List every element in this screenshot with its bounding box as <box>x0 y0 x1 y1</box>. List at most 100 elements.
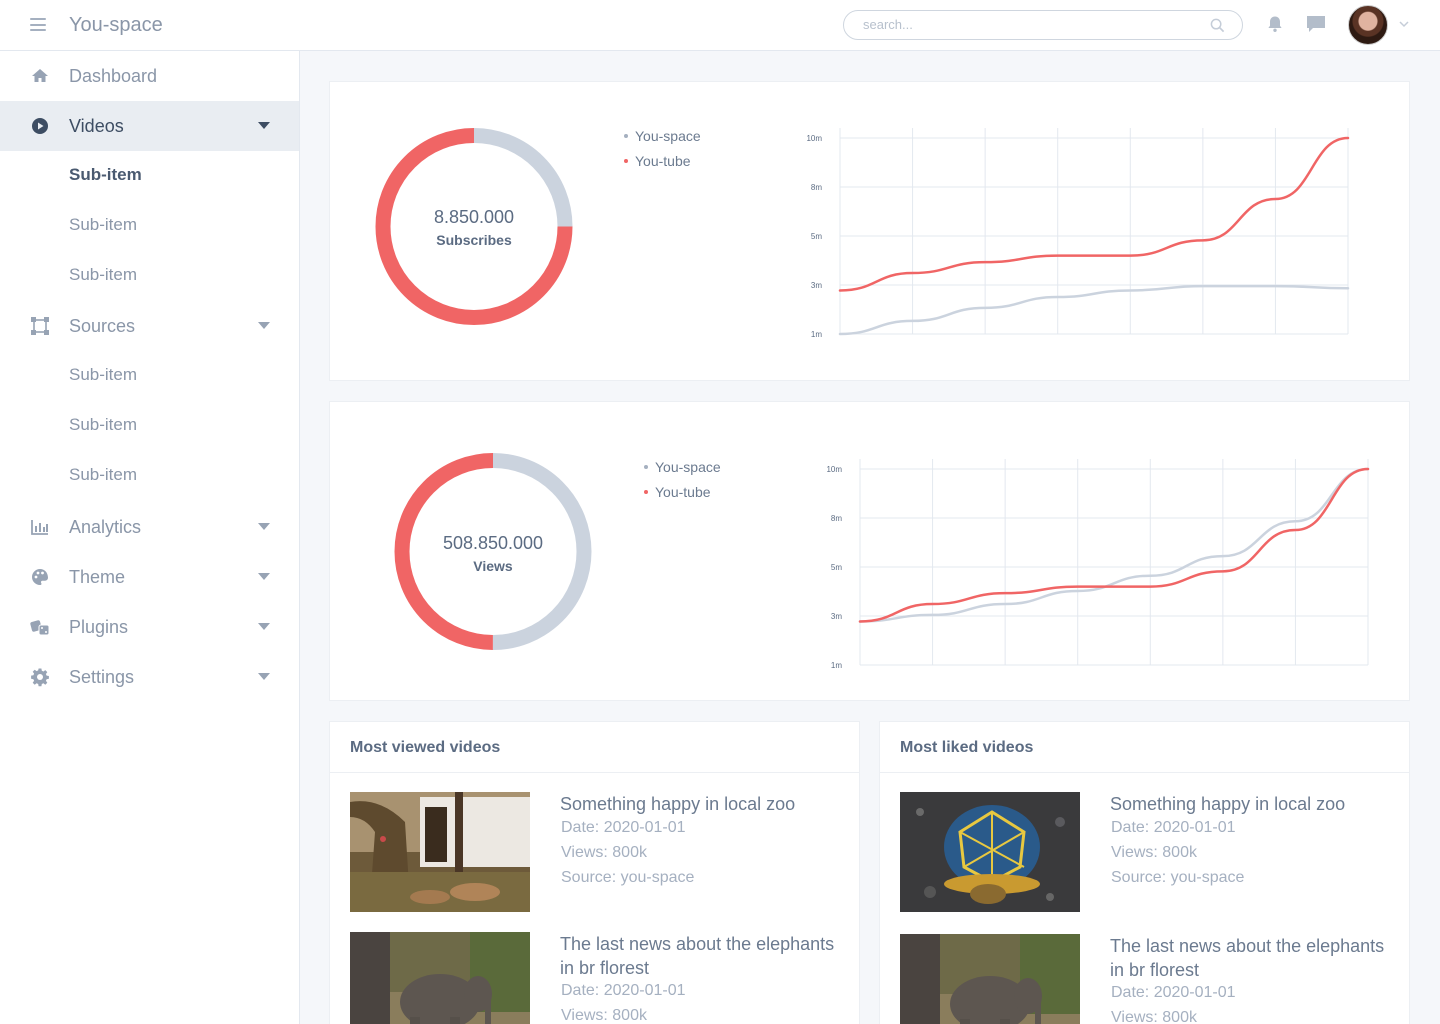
legend-item: You-tube <box>644 484 721 509</box>
search-icon[interactable] <box>1210 18 1225 33</box>
video-item[interactable]: The last news about the elephants in br … <box>900 934 1390 1024</box>
y-tick-label: 8m <box>811 183 822 192</box>
hamburger-menu-icon[interactable] <box>30 18 46 31</box>
most-liked-card: Most liked videos Something happy in loc… <box>879 721 1410 1024</box>
sidebar-item-videos[interactable]: Videos <box>0 101 299 151</box>
legend-label: You-space <box>655 459 721 475</box>
caret-down-icon <box>258 523 270 530</box>
legend-item: You-space <box>624 128 701 153</box>
video-date: Date: 2020-01-01 <box>561 982 686 999</box>
video-views: Views: 800k <box>561 844 647 861</box>
sidebar-subitem[interactable]: Sub-item <box>0 201 299 251</box>
sidebar-subitem-label: Sub-item <box>69 465 138 484</box>
video-title[interactable]: The last news about the elephants in br … <box>1110 934 1395 982</box>
legend-item: You-tube <box>624 153 701 178</box>
caret-down-icon <box>258 673 270 680</box>
subscribes-card: 8.850.000 Subscribes You-space You-tube … <box>329 81 1410 381</box>
caret-down-icon <box>258 122 270 129</box>
card-title: Most viewed videos <box>350 739 501 756</box>
video-date: Date: 2020-01-01 <box>1111 819 1236 836</box>
home-icon <box>32 69 48 82</box>
sidebar-item-dashboard[interactable]: Dashboard <box>0 51 299 101</box>
sidebar-subitem-label: Sub-item <box>69 415 138 434</box>
video-views: Views: 800k <box>1111 844 1197 861</box>
sidebar-item-sources[interactable]: Sources <box>0 301 299 351</box>
sidebar-subitem[interactable]: Sub-item <box>0 451 299 501</box>
sidebar-item-theme[interactable]: Theme <box>0 552 299 602</box>
sidebar-item-label: Settings <box>69 666 135 687</box>
sidebar-subitem[interactable]: Sub-item <box>0 251 299 301</box>
divider <box>330 772 859 773</box>
legend-dot <box>624 159 628 163</box>
top-header: You-space <box>0 0 1440 51</box>
video-source: Source: you-space <box>561 869 695 886</box>
sidebar-subitem[interactable]: Sub-item <box>0 351 299 401</box>
video-date: Date: 2020-01-01 <box>1111 984 1236 1001</box>
app-title: You-space <box>69 14 163 36</box>
chart-legend: You-space You-tube <box>644 459 721 509</box>
views-card: 508.850.000 Views You-space You-tube 1m 3… <box>329 401 1410 701</box>
card-title: Most liked videos <box>900 739 1034 756</box>
y-tick-label: 5m <box>811 232 822 241</box>
elephant-thumbnail[interactable] <box>900 934 1080 1024</box>
stat-value: 8.850.000 <box>433 207 515 227</box>
sidebar-item-label: Plugins <box>69 616 129 637</box>
series-line-you-space <box>838 284 1350 336</box>
sidebar-item-label: Videos <box>69 115 124 136</box>
sidebar-item-label: Dashboard <box>69 65 158 86</box>
legend-label: You-tube <box>635 153 691 169</box>
user-avatar[interactable] <box>1348 5 1388 45</box>
search-box[interactable] <box>843 10 1243 40</box>
stat-label: Subscribes <box>436 232 512 248</box>
y-tick-label: 10m <box>826 465 842 474</box>
video-source: Source: you-space <box>1111 869 1245 886</box>
y-tick-label: 8m <box>831 514 842 523</box>
stat-label: Views <box>473 558 513 574</box>
sidebar-subitem-label: Sub-item <box>69 215 138 234</box>
video-title[interactable]: Something happy in local zoo <box>1110 792 1395 816</box>
elephant-thumbnail[interactable] <box>350 932 530 1024</box>
y-tick-label: 1m <box>831 661 842 670</box>
y-tick-label: 10m <box>806 134 822 143</box>
video-item[interactable]: Something happy in local zoo Date: 2020-… <box>350 792 840 917</box>
search-input[interactable] <box>863 17 1193 32</box>
palette-icon <box>32 569 48 585</box>
sidebar-item-settings[interactable]: Settings <box>0 652 299 702</box>
sidebar-subitem-label: Sub-item <box>69 365 138 384</box>
legend-dot <box>624 134 628 138</box>
video-item[interactable]: Something happy in local zoo Date: 2020-… <box>900 792 1390 917</box>
video-date: Date: 2020-01-01 <box>561 819 686 836</box>
sidebar-subitem-label: Sub-item <box>69 265 138 284</box>
caret-down-icon <box>258 573 270 580</box>
sidebar-item-label: Analytics <box>69 516 142 537</box>
series-line-you-tube <box>858 467 1370 623</box>
bar-chart-icon <box>31 520 48 535</box>
video-title[interactable]: The last news about the elephants in br … <box>560 932 845 980</box>
sidebar-subitem-label: Sub-item <box>69 165 142 184</box>
views-line-chart: 1m 3m 5m 8m 10m <box>826 459 1370 670</box>
legend-dot <box>644 465 648 469</box>
stat-value: 508.850.000 <box>442 533 544 553</box>
subscribes-line-chart: 1m 3m 5m 8m 10m <box>806 128 1350 339</box>
y-tick-label: 1m <box>811 330 822 339</box>
donut-center: 8.850.000 Subscribes <box>374 207 574 248</box>
sidebar-item-label: Theme <box>69 566 126 587</box>
sidebar-item-label: Sources <box>69 315 136 336</box>
bell-icon[interactable] <box>1266 15 1284 33</box>
sidebar-item-plugins[interactable]: Plugins <box>0 602 299 652</box>
deer-thumbnail[interactable] <box>350 792 530 912</box>
sidebar-subitem[interactable]: Sub-item <box>0 401 299 451</box>
chevron-down-icon[interactable] <box>1398 19 1410 29</box>
most-viewed-card: Most viewed videos Something happy in lo… <box>329 721 860 1024</box>
sidebar-subitem[interactable]: Sub-item <box>0 151 299 201</box>
caret-down-icon <box>258 623 270 630</box>
sidebar-item-analytics[interactable]: Analytics <box>0 502 299 552</box>
sidebar: Dashboard Videos Sub-item Sub-item Sub-i… <box>0 51 300 1024</box>
tortoise-thumbnail[interactable] <box>900 792 1080 912</box>
video-item[interactable]: The last news about the elephants in br … <box>350 932 840 1024</box>
vector-square-icon <box>31 317 49 335</box>
video-title[interactable]: Something happy in local zoo <box>560 792 845 816</box>
chat-icon[interactable] <box>1306 15 1326 33</box>
dice-icon <box>30 620 50 636</box>
y-tick-label: 3m <box>811 281 822 290</box>
